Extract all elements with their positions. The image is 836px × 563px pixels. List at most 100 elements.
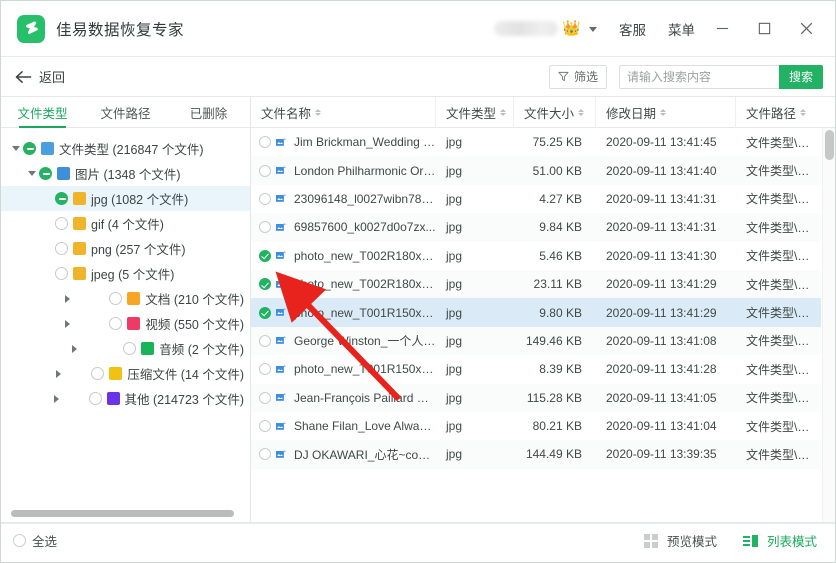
table-row[interactable]: George Winston_一个人去... jpg 149.46 KB 2020-0…: [251, 326, 821, 356]
chevron-right-icon[interactable]: [25, 369, 92, 378]
row-checkbox[interactable]: [259, 249, 271, 262]
tree-node-checkbox[interactable]: [39, 167, 52, 180]
chevron-down-icon[interactable]: [25, 171, 39, 176]
row-checkbox[interactable]: [259, 334, 271, 347]
row-checkbox[interactable]: [259, 391, 271, 404]
tree-node[interactable]: jpeg (5 个文件): [1, 261, 250, 286]
tree-node[interactable]: 视频 (550 个文件): [1, 311, 250, 336]
row-checkbox[interactable]: [259, 448, 271, 461]
list-mode-button[interactable]: 列表模式: [742, 531, 817, 550]
tree-node-checkbox[interactable]: [109, 317, 123, 330]
table-row[interactable]: 23096148_l0027wibn78_... jpg 4.27 KB 2020-0…: [251, 184, 821, 214]
file-list-scrollbar[interactable]: [822, 128, 835, 522]
cell-file-size: 8.39 KB: [539, 362, 582, 377]
tree-node[interactable]: 音频 (2 个文件): [1, 336, 250, 361]
tree-node[interactable]: 图片 (1348 个文件): [1, 161, 250, 186]
cell-file-name: photo_new_T002R180x1...: [251, 277, 436, 291]
menu-button[interactable]: 菜单: [668, 19, 695, 39]
maximize-icon[interactable]: [749, 14, 779, 44]
table-row[interactable]: London Philharmonic Orc... jpg 51.00 KB 202…: [251, 156, 821, 185]
minimize-icon[interactable]: [707, 14, 737, 44]
row-checkbox[interactable]: [259, 164, 271, 177]
tree-node-checkbox[interactable]: [55, 267, 68, 280]
tree-node-checkbox[interactable]: [55, 192, 68, 205]
tree-node-checkbox[interactable]: [55, 242, 68, 255]
tree-node[interactable]: gif (4 个文件): [1, 211, 250, 236]
tree-node-checkbox[interactable]: [91, 367, 105, 380]
image-file-icon: [275, 250, 288, 261]
sort-icon[interactable]: [800, 108, 807, 116]
customer-service-button[interactable]: 客服: [619, 19, 646, 39]
column-header-size-label: 文件大小: [524, 106, 575, 121]
tree-node-checkbox[interactable]: [23, 142, 36, 155]
column-header-path[interactable]: 文件路径: [736, 97, 821, 128]
table-row[interactable]: 69857600_k0027d0o7zx... jpg 9.84 KB 2020-09…: [251, 213, 821, 242]
column-header-size[interactable]: 文件大小: [514, 96, 596, 128]
file-list-scrollbar-thumb[interactable]: [825, 130, 834, 160]
tab-file-path[interactable]: 文件路径: [84, 97, 167, 127]
table-row[interactable]: Jean-François Paillard Ch... jpg 115.28 KB…: [251, 383, 821, 412]
row-checkbox[interactable]: [259, 192, 271, 205]
search-input[interactable]: [619, 64, 779, 89]
chevron-right-icon[interactable]: [25, 294, 110, 303]
filter-button[interactable]: 筛选: [548, 64, 607, 89]
view-bar: 全选 预览模式 列表模式: [1, 523, 835, 557]
tab-file-type[interactable]: 文件类型: [1, 97, 84, 128]
sort-icon[interactable]: [315, 108, 322, 116]
column-header-date[interactable]: 修改日期: [596, 96, 736, 128]
table-row[interactable]: photo_new_T001R150x1... jpg 8.39 KB 2020-09…: [251, 355, 821, 384]
chevron-down-icon[interactable]: [9, 146, 23, 151]
row-checkbox[interactable]: [259, 420, 271, 433]
tree-node[interactable]: 文件类型 (216847 个文件): [1, 136, 250, 161]
tree-node-label: 压缩文件 (14 个文件): [127, 368, 244, 382]
arrow-left-icon: [15, 68, 32, 85]
row-checkbox[interactable]: [259, 221, 271, 234]
row-checkbox[interactable]: [259, 306, 271, 319]
tree-node-checkbox[interactable]: [55, 217, 68, 230]
close-icon[interactable]: [791, 14, 821, 44]
tree-node-checkbox[interactable]: [88, 392, 102, 405]
sort-icon[interactable]: [578, 108, 585, 116]
back-label: 返回: [39, 70, 66, 85]
table-row[interactable]: photo_new_T002R180x1... jpg 23.11 KB 2020-0…: [251, 269, 821, 299]
tree-node[interactable]: png (257 个文件): [1, 236, 250, 261]
table-row[interactable]: photo_new_T002R180x1... jpg 5.46 KB 2020-09…: [251, 241, 821, 270]
table-row[interactable]: Jim Brickman_Wedding S... jpg 75.25 KB 2020…: [251, 128, 821, 157]
tab-deleted[interactable]: 已删除: [167, 97, 250, 127]
chevron-right-icon[interactable]: [25, 394, 89, 403]
chevron-down-icon[interactable]: [589, 27, 597, 32]
sort-icon[interactable]: [660, 108, 667, 116]
jpg-file-icon: [73, 192, 86, 205]
table-row[interactable]: photo_new_T001R150x1... jpg 9.80 KB 2020-09…: [251, 298, 821, 327]
row-checkbox[interactable]: [259, 136, 271, 149]
chevron-right-icon[interactable]: [25, 319, 110, 328]
tree-node[interactable]: 文档 (210 个文件): [1, 286, 250, 311]
tree-node-checkbox[interactable]: [109, 292, 123, 305]
image-file-icon: [275, 421, 288, 432]
select-all-checkbox[interactable]: 全选: [13, 531, 57, 550]
table-row[interactable]: Shane Filan_Love Always_... jpg 80.21 KB 20…: [251, 411, 821, 441]
row-checkbox[interactable]: [259, 363, 271, 376]
cell-file-name: 23096148_l0027wibn78_...: [251, 192, 436, 206]
user-name-masked[interactable]: [494, 21, 559, 36]
document-icon: [127, 292, 141, 305]
chevron-right-icon[interactable]: [25, 344, 124, 353]
tree-node-checkbox[interactable]: [123, 342, 137, 355]
search-button[interactable]: 搜索: [779, 64, 823, 89]
table-row[interactable]: DJ OKAWARI_心花~coha... jpg 144.49 KB 2020-09…: [251, 440, 821, 469]
cell-file-type: jpg: [446, 419, 463, 434]
column-header-type[interactable]: 文件类型: [436, 96, 514, 128]
tree-node[interactable]: 压缩文件 (14 个文件): [1, 361, 250, 386]
archive-icon: [109, 367, 123, 380]
row-checkbox[interactable]: [259, 278, 271, 291]
tree-node-label: 文件类型 (216847 个文件): [59, 143, 204, 157]
back-button[interactable]: 返回: [15, 67, 65, 86]
title-bar: 佳易数据恢复专家 👑 客服 菜单: [1, 1, 835, 57]
sidebar-horizontal-scrollbar[interactable]: [11, 510, 234, 517]
column-header-name[interactable]: 文件名称: [251, 96, 436, 128]
cell-file-path: 文件类型\图片\jpg\: [746, 249, 821, 264]
tree-node[interactable]: 其他 (214723 个文件): [1, 386, 250, 411]
sort-icon[interactable]: [500, 108, 507, 116]
preview-mode-button[interactable]: 预览模式: [643, 531, 717, 550]
tree-node[interactable]: jpg (1082 个文件): [1, 186, 250, 211]
